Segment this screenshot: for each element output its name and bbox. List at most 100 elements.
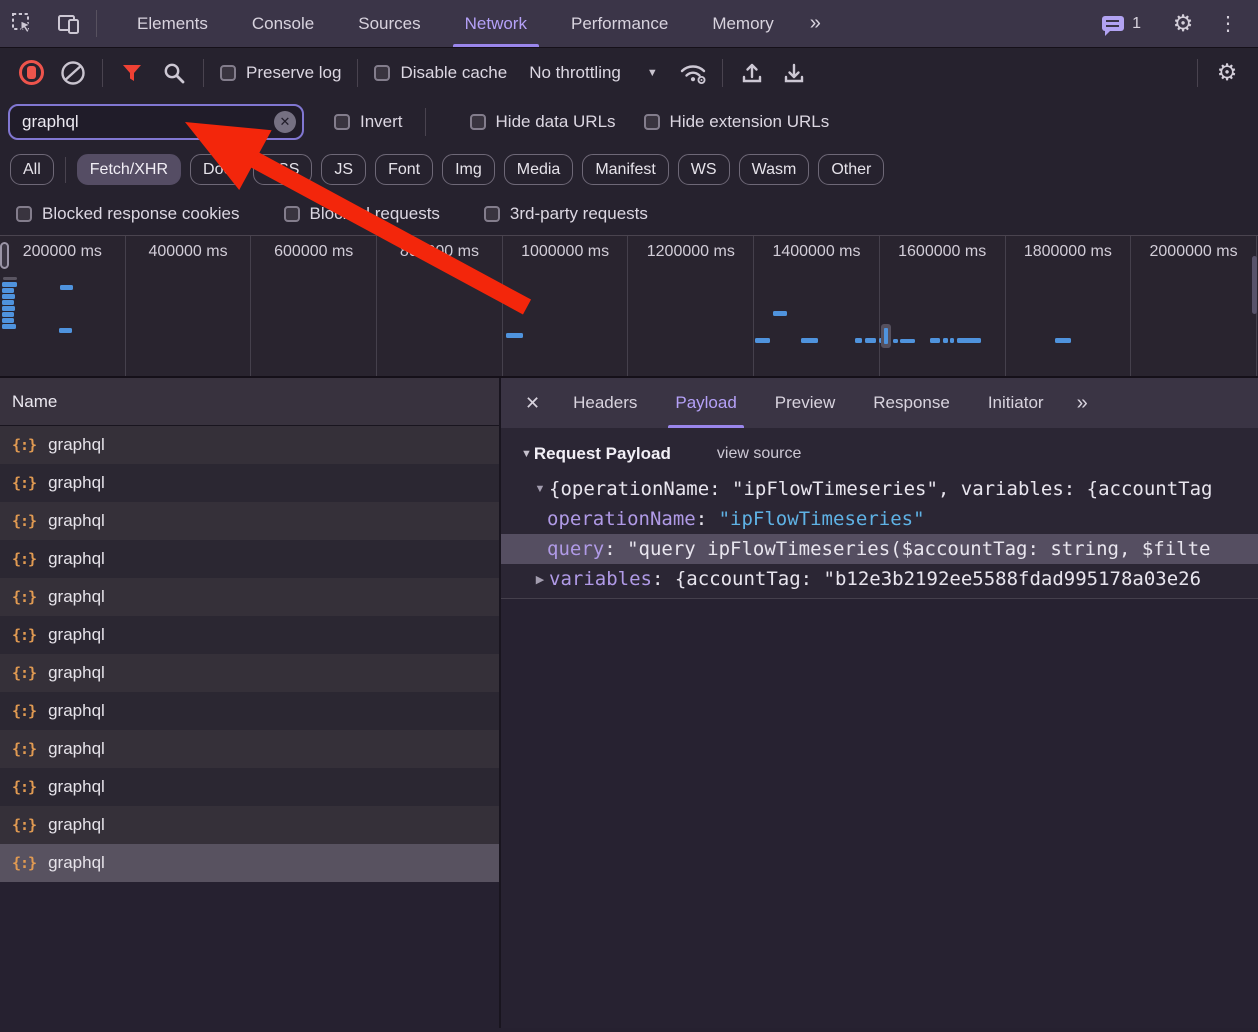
chip-other[interactable]: Other (818, 154, 884, 185)
request-row[interactable]: {:}graphql (0, 464, 499, 502)
filter-input[interactable]: graphql ✕ (8, 104, 304, 140)
chip-manifest[interactable]: Manifest (582, 154, 668, 185)
payload-segment-plain: : (696, 508, 719, 530)
hide-data-urls-checkbox[interactable] (470, 114, 486, 130)
collapse-triangle-icon[interactable]: ▼ (521, 448, 532, 460)
hide-extension-urls-checkbox-group[interactable]: Hide extension URLs (636, 112, 838, 132)
tab-network[interactable]: Network (443, 0, 549, 47)
customize-menu-button[interactable]: ⋮ (1206, 11, 1250, 36)
filter-toggle-button[interactable] (111, 55, 153, 91)
network-conditions-button[interactable] (672, 55, 714, 91)
request-row[interactable]: {:}graphql (0, 502, 499, 540)
download-icon (782, 61, 806, 85)
more-details-tabs-button[interactable]: » (1063, 378, 1100, 428)
payload-line[interactable]: operationName: "ipFlowTimeseries" (501, 504, 1258, 534)
issues-button[interactable]: 1 (1092, 15, 1151, 33)
fetch-xhr-icon: {:} (12, 474, 36, 492)
import-har-button[interactable] (731, 55, 773, 91)
payload-empty-area (501, 599, 1258, 1028)
kebab-icon: ⋮ (1218, 13, 1238, 35)
disable-cache-checkbox-group[interactable]: Disable cache (366, 63, 515, 83)
timeline-request-bar (59, 328, 72, 333)
name-column-header[interactable]: Name (0, 378, 499, 426)
inspect-element-button[interactable] (0, 0, 46, 47)
settings-button[interactable]: ⚙ (1160, 12, 1206, 35)
requests-pane: Name {:}graphql{:}graphql{:}graphql{:}gr… (0, 378, 501, 1028)
third-party-requests-group[interactable]: 3rd-party requests (476, 204, 656, 224)
payload-line[interactable]: ▼{operationName: "ipFlowTimeseries", var… (501, 474, 1258, 504)
request-payload-header: ▼ Request Payload view source (501, 428, 1258, 474)
devtools-window: ElementsConsoleSourcesNetworkPerformance… (0, 0, 1258, 1032)
timeline-scrollbar-thumb[interactable] (1252, 256, 1257, 314)
invert-checkbox[interactable] (334, 114, 350, 130)
network-overview-timeline[interactable]: 200000 ms400000 ms600000 ms800000 ms1000… (0, 236, 1258, 378)
hide-data-urls-checkbox-group[interactable]: Hide data URLs (462, 112, 624, 132)
payload-segment-key: variables (549, 568, 652, 590)
chip-wasm[interactable]: Wasm (739, 154, 810, 185)
blocked-response-cookies-group[interactable]: Blocked response cookies (8, 204, 248, 224)
details-tab-headers[interactable]: Headers (554, 378, 656, 428)
blocked-requests-group[interactable]: Blocked requests (276, 204, 448, 224)
toggle-device-toolbar-button[interactable] (46, 0, 92, 47)
search-button[interactable] (153, 55, 195, 91)
tab-memory[interactable]: Memory (690, 0, 795, 47)
payload-line[interactable]: ▶variables: {accountTag: "b12e3b2192ee55… (501, 564, 1258, 594)
clear-button[interactable] (52, 55, 94, 91)
record-button[interactable] (10, 55, 52, 91)
third-party-requests-checkbox[interactable] (484, 206, 500, 222)
blocked-response-cookies-checkbox[interactable] (16, 206, 32, 222)
tab-elements[interactable]: Elements (115, 0, 230, 47)
preserve-log-checkbox-group[interactable]: Preserve log (212, 63, 349, 83)
disable-cache-checkbox[interactable] (374, 65, 390, 81)
more-panels-button[interactable]: » (796, 0, 833, 47)
chip-all[interactable]: All (10, 154, 54, 185)
network-settings-button[interactable]: ⚙ (1206, 55, 1248, 91)
view-source-link[interactable]: view source (717, 445, 801, 463)
timeline-request-bar (2, 312, 14, 317)
details-tab-preview[interactable]: Preview (756, 378, 854, 428)
chip-doc[interactable]: Doc (190, 154, 244, 185)
request-row[interactable]: {:}graphql (0, 616, 499, 654)
chip-media[interactable]: Media (504, 154, 574, 185)
blocked-requests-checkbox[interactable] (284, 206, 300, 222)
throttling-select[interactable]: No throttling ▼ (515, 63, 672, 83)
chip-font[interactable]: Font (375, 154, 433, 185)
timeline-request-bar (1055, 338, 1071, 343)
tab-console[interactable]: Console (230, 0, 336, 47)
timeline-left-handle[interactable] (0, 242, 9, 269)
collapsed-triangle-icon[interactable]: ▶ (531, 573, 549, 586)
preserve-log-checkbox[interactable] (220, 65, 236, 81)
expanded-triangle-icon[interactable]: ▼ (531, 483, 549, 495)
chip-js[interactable]: JS (321, 154, 366, 185)
request-row[interactable]: {:}graphql (0, 844, 499, 882)
payload-segment-key: query (547, 538, 604, 560)
request-row[interactable]: {:}graphql (0, 730, 499, 768)
details-tab-payload[interactable]: Payload (656, 378, 755, 428)
tab-performance[interactable]: Performance (549, 0, 690, 47)
payload-line[interactable]: query: "query ipFlowTimeseries($accountT… (501, 534, 1258, 564)
close-details-button[interactable]: ✕ (511, 378, 554, 428)
request-row[interactable]: {:}graphql (0, 540, 499, 578)
export-har-button[interactable] (773, 55, 815, 91)
request-row[interactable]: {:}graphql (0, 692, 499, 730)
hide-extension-urls-checkbox[interactable] (644, 114, 660, 130)
timeline-request-bar (950, 338, 954, 343)
timeline-request-bar (2, 282, 17, 287)
chip-ws[interactable]: WS (678, 154, 730, 185)
request-row[interactable]: {:}graphql (0, 768, 499, 806)
payload-tree: ▼{operationName: "ipFlowTimeseries", var… (501, 474, 1258, 594)
invert-checkbox-group[interactable]: Invert (326, 112, 411, 132)
fetch-xhr-icon: {:} (12, 854, 36, 872)
request-row[interactable]: {:}graphql (0, 578, 499, 616)
request-name: graphql (48, 435, 105, 455)
request-row[interactable]: {:}graphql (0, 426, 499, 464)
chip-img[interactable]: Img (442, 154, 495, 185)
request-row[interactable]: {:}graphql (0, 806, 499, 844)
chip-fetch-xhr[interactable]: Fetch/XHR (77, 154, 181, 185)
chip-css[interactable]: CSS (253, 154, 312, 185)
clear-filter-button[interactable]: ✕ (274, 111, 296, 133)
details-tab-initiator[interactable]: Initiator (969, 378, 1063, 428)
tab-sources[interactable]: Sources (336, 0, 442, 47)
request-row[interactable]: {:}graphql (0, 654, 499, 692)
details-tab-response[interactable]: Response (854, 378, 969, 428)
